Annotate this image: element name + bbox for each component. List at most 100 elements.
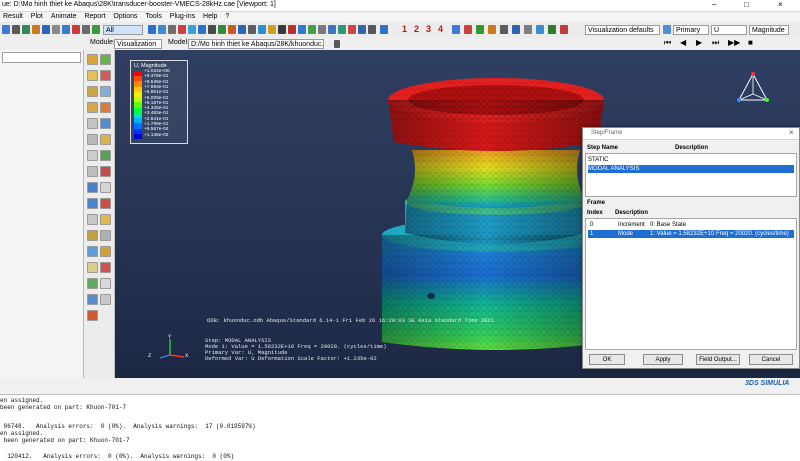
print-icon[interactable]	[72, 25, 80, 34]
auto-fit-icon[interactable]	[168, 25, 176, 34]
next-frame-icon[interactable]: ⏭	[712, 38, 719, 48]
filter-combo[interactable]: All	[103, 25, 143, 35]
overlay-icon[interactable]	[87, 262, 98, 273]
menu-animate[interactable]: Animate	[48, 12, 80, 22]
replace-icon[interactable]	[348, 25, 356, 34]
dialog-title-bar[interactable]: Step/Frame ×	[583, 128, 799, 140]
arrow-icon[interactable]	[100, 294, 111, 305]
apply-button[interactable]: Apply	[643, 354, 683, 365]
common-icon[interactable]	[512, 25, 520, 34]
field-output-button[interactable]: Field Output...	[696, 354, 740, 365]
menu-plot[interactable]: Plot	[28, 12, 46, 22]
display-group-tool-icon[interactable]	[100, 246, 111, 257]
common-options-icon[interactable]	[100, 214, 111, 225]
media-first-icon[interactable]	[334, 40, 340, 48]
remove-icon[interactable]	[318, 25, 326, 34]
allow-multiple-icon[interactable]	[100, 86, 111, 97]
menu-report[interactable]: Report	[81, 12, 108, 22]
bottom-view-icon[interactable]	[218, 25, 226, 34]
animate-harmonic-icon[interactable]	[87, 118, 98, 129]
plot-symbols-icon[interactable]	[100, 70, 111, 81]
coordinate-system-icon[interactable]	[87, 182, 98, 193]
menu-plugins[interactable]: Plug-ins	[167, 12, 198, 22]
wireframe-icon[interactable]	[278, 25, 286, 34]
front-view-icon[interactable]	[188, 25, 196, 34]
ply-icon[interactable]	[500, 25, 508, 34]
hidden-line-icon[interactable]	[288, 25, 296, 34]
animate-icon[interactable]: ▶▶	[728, 38, 740, 47]
contour-icon[interactable]	[464, 25, 472, 34]
plot-deformed-icon[interactable]	[100, 54, 111, 65]
menu-whats-this[interactable]: ?	[222, 12, 232, 22]
play-icon[interactable]: ▶	[696, 38, 702, 47]
previous-frame-icon[interactable]: ◀	[680, 38, 686, 47]
close-button[interactable]: ×	[778, 0, 783, 9]
step-row-selected[interactable]: MODAL ANALYSIS	[588, 165, 794, 173]
visualization-defaults-combo[interactable]: Visualization defaults	[585, 25, 660, 35]
plot-undeformed-icon[interactable]	[87, 54, 98, 65]
display-group-icon[interactable]	[328, 25, 336, 34]
step-number-4[interactable]: 4	[438, 24, 443, 34]
dialog-close-icon[interactable]: ×	[789, 128, 794, 137]
xy-data-icon[interactable]	[100, 134, 111, 145]
menu-result[interactable]: Result	[0, 12, 26, 22]
minimize-button[interactable]: –	[712, 0, 716, 9]
left-view-icon[interactable]	[228, 25, 236, 34]
variable-combo[interactable]: U	[711, 25, 747, 35]
mesh-icon[interactable]	[100, 182, 111, 193]
module-combo[interactable]: Visualization	[114, 39, 162, 49]
color-code-tool-icon[interactable]	[87, 278, 98, 289]
display-body-icon[interactable]	[87, 214, 98, 225]
step-number-2[interactable]: 2	[414, 24, 419, 34]
zoom-box-icon[interactable]	[158, 25, 166, 34]
back-view-icon[interactable]	[198, 25, 206, 34]
odb-icon[interactable]	[536, 25, 544, 34]
color-icon[interactable]	[548, 25, 556, 34]
query-tool-icon[interactable]	[87, 134, 98, 145]
free-body-icon[interactable]	[87, 246, 98, 257]
annotation-icon[interactable]	[87, 294, 98, 305]
maximize-button[interactable]: □	[744, 0, 749, 9]
step-row[interactable]: STATIC	[588, 156, 794, 164]
animate-time-icon[interactable]	[100, 102, 111, 113]
stop-icon[interactable]: ■	[748, 38, 753, 47]
layout-icon[interactable]	[358, 25, 366, 34]
plot-contours-icon[interactable]	[87, 70, 98, 81]
new-icon[interactable]	[42, 25, 50, 34]
symbol-icon[interactable]	[476, 25, 484, 34]
animate-scale-icon[interactable]	[87, 102, 98, 113]
deformed-icon[interactable]	[452, 25, 460, 34]
open-icon[interactable]	[52, 25, 60, 34]
right-view-icon[interactable]	[238, 25, 246, 34]
report-tool-icon[interactable]	[87, 150, 98, 161]
invariant-combo[interactable]: Magnitude	[749, 25, 789, 35]
stream-icon[interactable]	[100, 166, 111, 177]
undo-icon[interactable]	[32, 25, 40, 34]
step-number-1[interactable]: 1	[402, 24, 407, 34]
perspective-icon[interactable]	[258, 25, 266, 34]
cut-icon[interactable]	[87, 198, 98, 209]
cycle-view-icon[interactable]	[178, 25, 186, 34]
frame-row-selected[interactable]: 1 Mode 1: Value = 1.58232E+10 Freq = 200…	[588, 230, 794, 238]
color-code-icon[interactable]	[338, 25, 346, 34]
iso-view-icon[interactable]	[248, 25, 256, 34]
plot-material-icon[interactable]	[87, 86, 98, 97]
save-animation-icon[interactable]	[100, 118, 111, 129]
tile-icon[interactable]	[368, 25, 376, 34]
render-icon[interactable]	[268, 25, 276, 34]
menu-options[interactable]: Options	[110, 12, 140, 22]
rotate-icon[interactable]	[2, 25, 10, 34]
sweep-icon[interactable]	[87, 230, 98, 241]
toggle-icon[interactable]	[308, 25, 316, 34]
path-icon[interactable]	[100, 150, 111, 161]
field-output-icon[interactable]	[663, 25, 671, 34]
top-view-icon[interactable]	[208, 25, 216, 34]
step-list[interactable]: STATIC MODAL ANALYSIS	[585, 153, 797, 197]
create-field-icon[interactable]	[87, 166, 98, 177]
superimpose-tool-icon[interactable]	[100, 262, 111, 273]
options-icon[interactable]	[560, 25, 568, 34]
frame-row[interactable]: 0 Increment 0: Base State	[588, 221, 794, 229]
view-cut-icon[interactable]	[100, 198, 111, 209]
query-icon[interactable]	[82, 25, 90, 34]
extrude-icon[interactable]	[100, 230, 111, 241]
